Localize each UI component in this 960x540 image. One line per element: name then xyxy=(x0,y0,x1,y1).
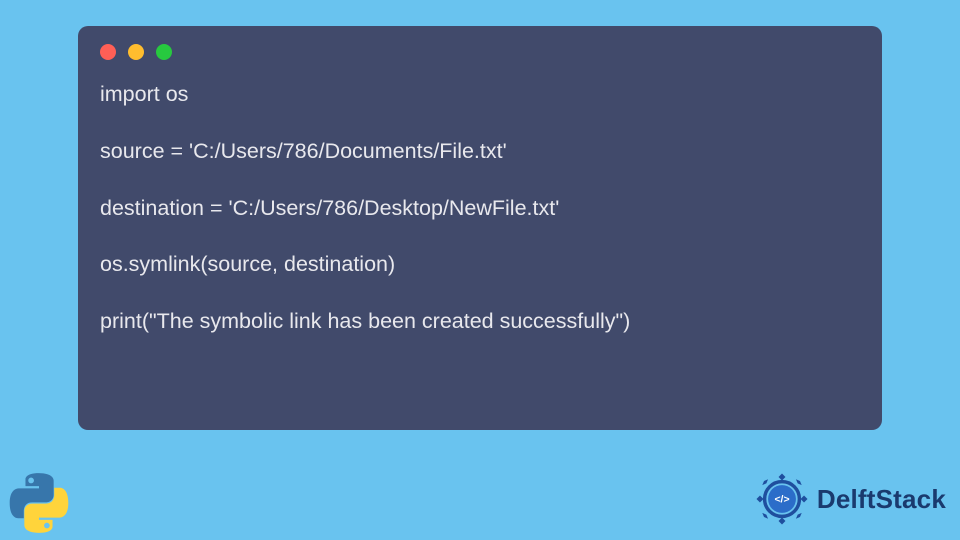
brand-name: DelftStack xyxy=(817,484,946,515)
code-window: import os source = 'C:/Users/786/Documen… xyxy=(78,26,882,430)
svg-text:</>: </> xyxy=(774,494,789,505)
window-controls xyxy=(100,44,860,60)
maximize-icon xyxy=(156,44,172,60)
code-line: import os xyxy=(100,82,188,106)
code-block: import os source = 'C:/Users/786/Documen… xyxy=(100,80,860,335)
delftstack-logo: </> DelftStack xyxy=(753,470,946,528)
close-icon xyxy=(100,44,116,60)
code-line: print("The symbolic link has been create… xyxy=(100,309,630,333)
minimize-icon xyxy=(128,44,144,60)
code-line: source = 'C:/Users/786/Documents/File.tx… xyxy=(100,139,507,163)
code-line: os.symlink(source, destination) xyxy=(100,252,395,276)
python-logo-icon xyxy=(8,472,70,534)
code-line: destination = 'C:/Users/786/Desktop/NewF… xyxy=(100,196,559,220)
delftstack-gear-icon: </> xyxy=(753,470,811,528)
